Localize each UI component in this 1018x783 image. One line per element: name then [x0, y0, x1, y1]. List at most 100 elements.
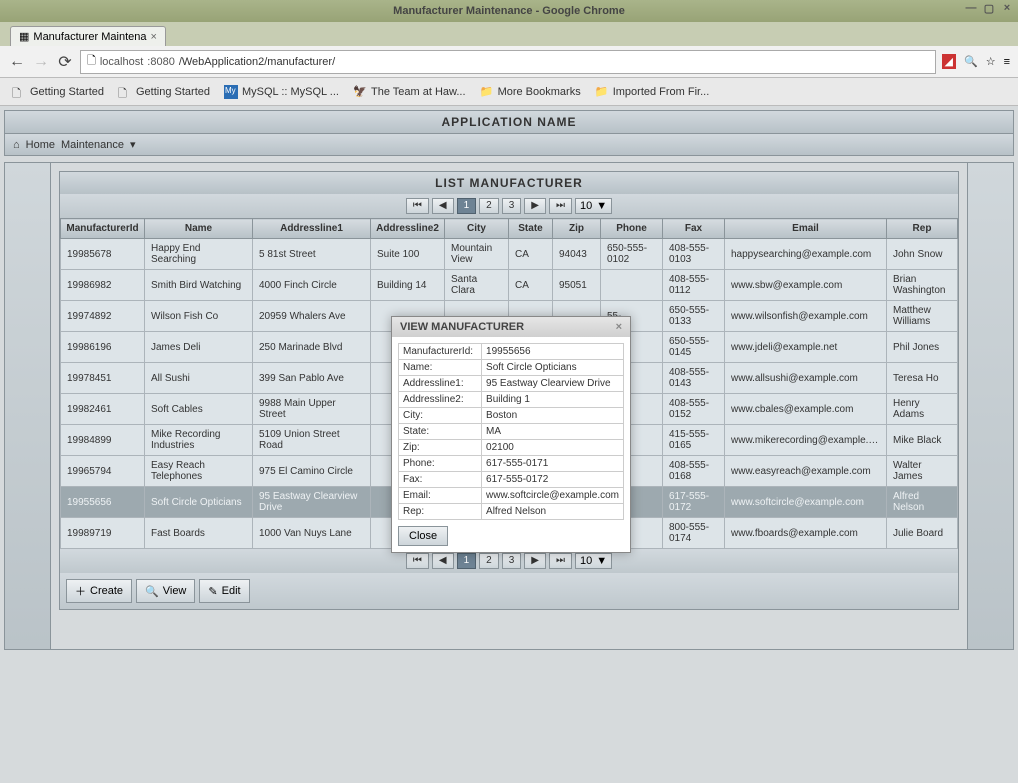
column-header[interactable]: Name — [145, 219, 253, 239]
table-cell: 20959 Whalers Ave — [253, 301, 371, 332]
column-header[interactable]: State — [509, 219, 553, 239]
table-cell: Easy Reach Telephones — [145, 456, 253, 487]
column-header[interactable]: Rep — [887, 219, 958, 239]
dialog-close-icon[interactable]: × — [616, 321, 622, 333]
dialog-field-value: Building 1 — [482, 392, 624, 408]
left-rail — [5, 163, 51, 649]
bookmark-item[interactable]: 📁Imported From Fir... — [595, 85, 710, 99]
table-cell: 19974892 — [61, 301, 145, 332]
table-cell: 408-555-0103 — [663, 239, 725, 270]
table-cell: Soft Cables — [145, 394, 253, 425]
tab-title: Manufacturer Maintena — [33, 31, 146, 43]
pager-first[interactable]: ⏮ — [406, 198, 429, 214]
close-button[interactable]: Close — [398, 526, 448, 546]
edit-button[interactable]: ✎Edit — [199, 579, 249, 603]
bookmark-item[interactable]: 🗋Getting Started — [118, 85, 210, 99]
crumb-home[interactable]: Home — [26, 139, 55, 151]
table-cell: 19986196 — [61, 332, 145, 363]
table-cell: www.softcircle@example.com — [725, 487, 887, 518]
table-cell: All Sushi — [145, 363, 253, 394]
pager-page-3[interactable]: 3 — [502, 553, 522, 569]
pager-page-1[interactable]: 1 — [457, 198, 477, 214]
pencil-icon: ✎ — [208, 585, 217, 598]
table-cell: Happy End Searching — [145, 239, 253, 270]
table-cell: 800-555-0174 — [663, 518, 725, 549]
table-cell: 9988 Main Upper Street — [253, 394, 371, 425]
column-header[interactable]: City — [445, 219, 509, 239]
browser-toolbar: ← → ⟳ 🗋 localhost:8080/WebApplication2/m… — [0, 46, 1018, 78]
table-cell: 5 81st Street — [253, 239, 371, 270]
table-row[interactable]: 19986982Smith Bird Watching4000 Finch Ci… — [61, 270, 958, 301]
dialog-field-value: MA — [482, 424, 624, 440]
forward-button[interactable]: → — [32, 53, 50, 71]
maximize-icon[interactable]: ▢ — [982, 2, 996, 16]
bookmark-item[interactable]: MyMySQL :: MySQL ... — [224, 85, 339, 99]
create-button[interactable]: ＋Create — [66, 579, 132, 603]
column-header[interactable]: Addressline1 — [253, 219, 371, 239]
dialog-field-label: State: — [399, 424, 482, 440]
table-cell: www.wilsonfish@example.com — [725, 301, 887, 332]
url-bar[interactable]: 🗋 localhost:8080/WebApplication2/manufac… — [80, 50, 936, 74]
table-cell: Teresa Ho — [887, 363, 958, 394]
table-cell: 95051 — [553, 270, 601, 301]
pager-page-2[interactable]: 2 — [479, 553, 499, 569]
pager-next[interactable]: ▶ — [524, 198, 546, 214]
reload-button[interactable]: ⟳ — [56, 52, 74, 72]
home-icon[interactable]: ⌂ — [13, 139, 20, 151]
pager-prev[interactable]: ◀ — [432, 198, 454, 214]
column-header[interactable]: Fax — [663, 219, 725, 239]
chevron-down-icon[interactable]: ▾ — [130, 138, 136, 151]
table-cell: Smith Bird Watching — [145, 270, 253, 301]
extension-icon[interactable]: ◢ — [942, 54, 956, 69]
zoom-icon[interactable]: 🔍 — [964, 55, 978, 68]
table-cell: 95 Eastway Clearview Drive — [253, 487, 371, 518]
pager-prev[interactable]: ◀ — [432, 553, 454, 569]
dialog-field-value: Alfred Nelson — [482, 504, 624, 520]
close-window-icon[interactable]: × — [1000, 2, 1014, 16]
page-size-select[interactable]: 10 ▼ — [575, 553, 612, 569]
dialog-field-value: Boston — [482, 408, 624, 424]
pager-page-2[interactable]: 2 — [479, 198, 499, 214]
dialog-field-label: Zip: — [399, 440, 482, 456]
view-button[interactable]: 🔍View — [136, 579, 195, 603]
browser-tab[interactable]: ▦ Manufacturer Maintena × — [10, 26, 166, 46]
column-header[interactable]: Zip — [553, 219, 601, 239]
bookmarks-bar: 🗋Getting Started 🗋Getting Started MyMySQ… — [0, 78, 1018, 106]
table-cell: www.sbw@example.com — [725, 270, 887, 301]
table-cell: Julie Board — [887, 518, 958, 549]
bookmark-item[interactable]: 📁More Bookmarks — [480, 85, 581, 99]
pager-last[interactable]: ⏭ — [549, 553, 572, 569]
minimize-icon[interactable]: — — [964, 2, 978, 16]
table-cell: 408-555-0168 — [663, 456, 725, 487]
crumb-maintenance[interactable]: Maintenance — [61, 139, 124, 151]
column-header[interactable]: Phone — [601, 219, 663, 239]
table-cell: 415-555-0165 — [663, 425, 725, 456]
table-cell: 4000 Finch Circle — [253, 270, 371, 301]
table-cell: 408-555-0143 — [663, 363, 725, 394]
column-header[interactable]: ManufacturerId — [61, 219, 145, 239]
tab-close-icon[interactable]: × — [151, 31, 157, 43]
pager-last[interactable]: ⏭ — [549, 198, 572, 214]
dialog-field-value: 02100 — [482, 440, 624, 456]
table-cell: James Deli — [145, 332, 253, 363]
pager-page-1[interactable]: 1 — [457, 553, 477, 569]
bookmark-item[interactable]: 🦅The Team at Haw... — [353, 85, 466, 99]
table-cell: 650-555-0133 — [663, 301, 725, 332]
table-row[interactable]: 19985678Happy End Searching5 81st Street… — [61, 239, 958, 270]
dialog-field-value: 617-555-0171 — [482, 456, 624, 472]
back-button[interactable]: ← — [8, 53, 26, 71]
dialog-field-label: ManufacturerId: — [399, 344, 482, 360]
pager-page-3[interactable]: 3 — [502, 198, 522, 214]
star-icon[interactable]: ☆ — [986, 55, 996, 68]
column-header[interactable]: Email — [725, 219, 887, 239]
menu-icon[interactable]: ≡ — [1004, 56, 1010, 68]
bookmark-item[interactable]: 🗋Getting Started — [12, 85, 104, 99]
column-header[interactable]: Addressline2 — [371, 219, 445, 239]
table-cell: Mountain View — [445, 239, 509, 270]
table-cell: 408-555-0112 — [663, 270, 725, 301]
table-cell: Walter James — [887, 456, 958, 487]
page-size-select[interactable]: 10 ▼ — [575, 198, 612, 214]
dialog-field-value: Soft Circle Opticians — [482, 360, 624, 376]
pager-next[interactable]: ▶ — [524, 553, 546, 569]
pager-first[interactable]: ⏮ — [406, 553, 429, 569]
